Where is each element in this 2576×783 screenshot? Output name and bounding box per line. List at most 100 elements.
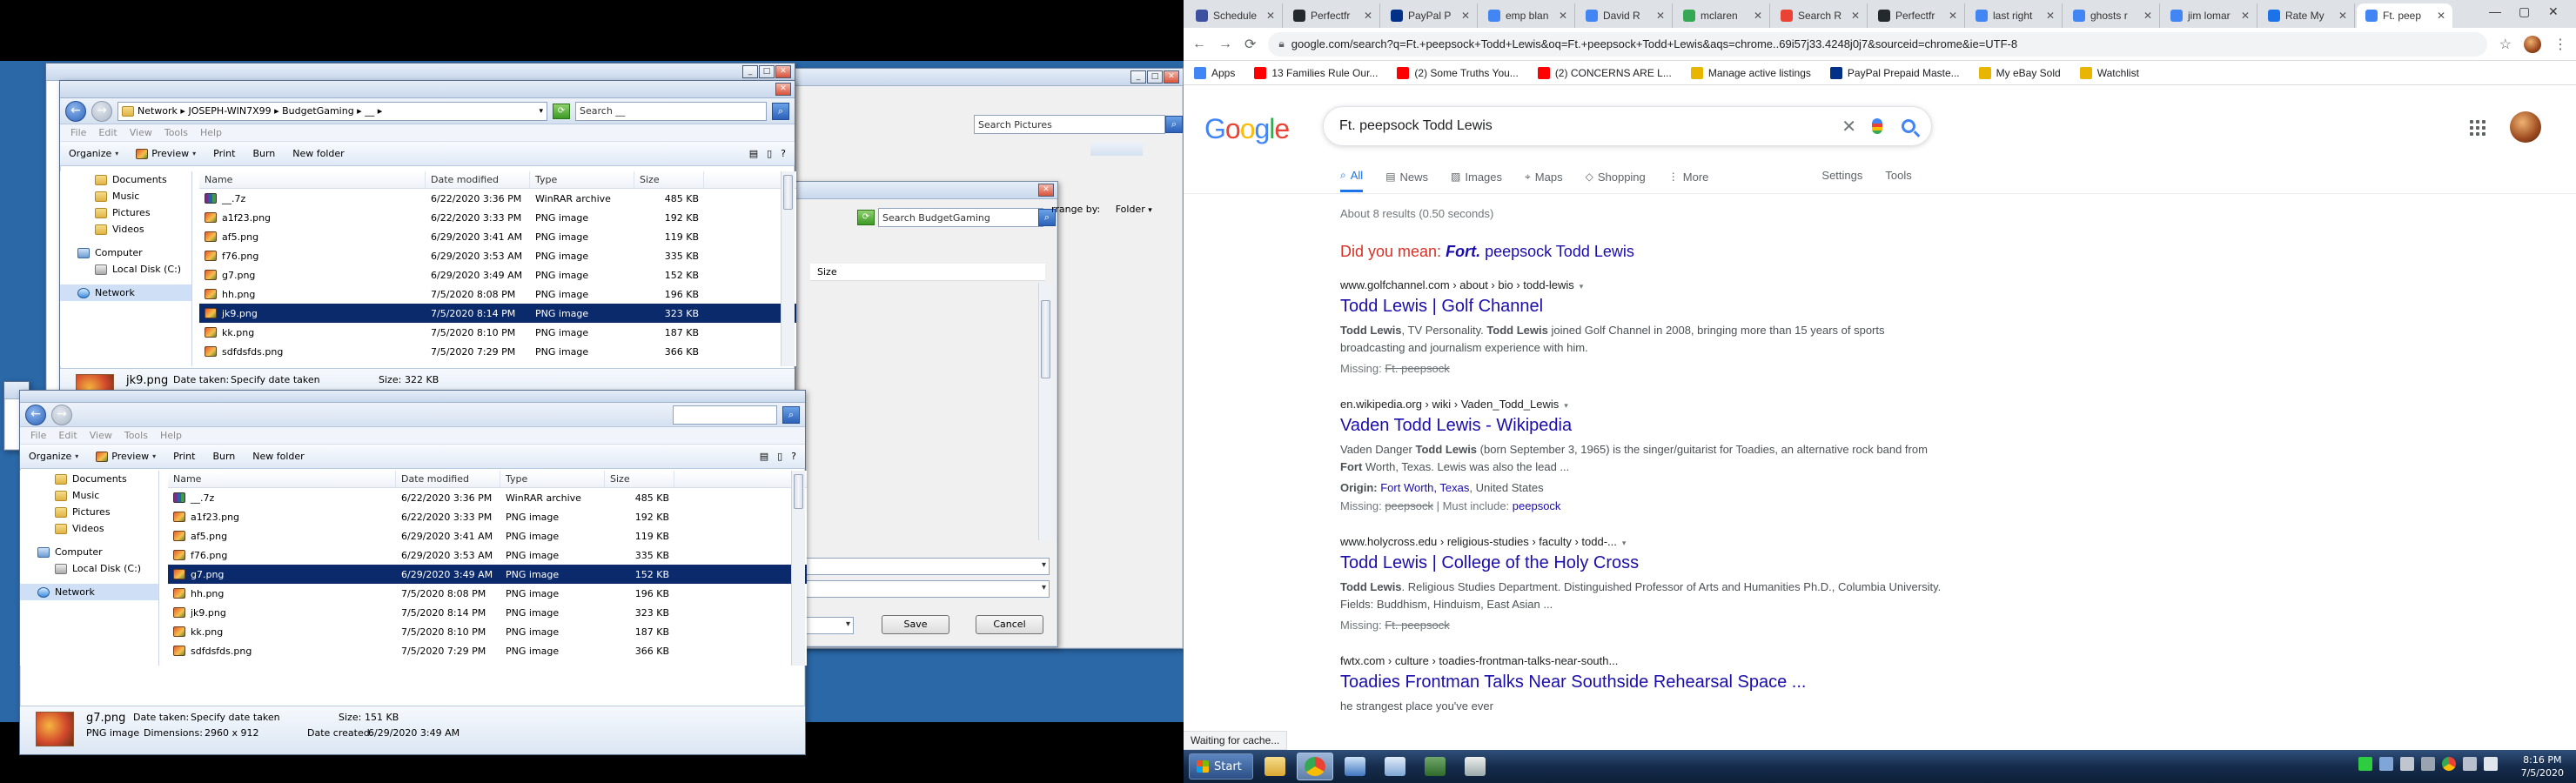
maximize-button[interactable]: □ xyxy=(759,65,775,78)
filetype-combo[interactable] xyxy=(802,580,1050,598)
close-tab-icon[interactable]: ✕ xyxy=(1949,10,1957,22)
chevron-right-icon[interactable]: ▸ xyxy=(178,105,189,117)
chevron-down-icon[interactable]: ▾ xyxy=(1580,282,1584,291)
breadcrumb-item[interactable]: BudgetGaming xyxy=(282,105,354,117)
column-header-name[interactable]: Name xyxy=(168,471,396,487)
close-tab-icon[interactable]: ✕ xyxy=(1656,10,1665,22)
filename-combo[interactable] xyxy=(802,558,1050,575)
nav-item-pictures[interactable]: Pictures xyxy=(20,504,158,520)
reload-icon[interactable]: ⟳ xyxy=(1244,36,1256,53)
vertical-scrollbar[interactable] xyxy=(1038,283,1052,540)
refresh-button[interactable]: ⟳ xyxy=(857,210,875,225)
table-row[interactable]: a1f23.png 6/22/2020 3:33 PM PNG image 192 K… xyxy=(168,507,807,526)
back-arrow-icon[interactable]: ← xyxy=(65,100,86,122)
preview-pane-icon[interactable]: ▯ xyxy=(777,451,782,462)
table-row[interactable]: jk9.png 7/5/2020 8:14 PM PNG image 323 KB xyxy=(168,603,807,622)
forward-arrow-icon[interactable]: → xyxy=(91,100,112,122)
lock-icon[interactable]: 🔒︎ xyxy=(1278,37,1284,50)
taskbar-monitor-icon[interactable] xyxy=(1417,753,1453,780)
arrange-by-value[interactable]: Folder xyxy=(1116,204,1145,215)
breadcrumb[interactable]: Network ▸ JOSEPH-WIN7X99 ▸ BudgetGaming … xyxy=(138,105,382,117)
bookmark-item[interactable]: (2) Some Truths You... xyxy=(1397,66,1519,79)
close-button[interactable]: ✕ xyxy=(2548,4,2559,19)
close-tab-icon[interactable]: ✕ xyxy=(1559,10,1567,22)
nav-item-local-disk-c[interactable]: Local Disk (C:) xyxy=(20,560,158,577)
toolbar-button[interactable]: Preview ▾ xyxy=(136,148,196,159)
tray-app-icon[interactable] xyxy=(2421,757,2435,771)
table-row[interactable]: g7.png 6/29/2020 3:49 AM PNG image 152 KB xyxy=(168,565,807,584)
titlebar[interactable]: _ □ ✕ xyxy=(732,69,1183,86)
search-input[interactable]: Search __ xyxy=(575,101,767,121)
close-tab-icon[interactable]: ✕ xyxy=(1364,10,1372,22)
search-tab-more[interactable]: ⋮ More xyxy=(1668,169,1709,192)
taskbar-tools-icon[interactable] xyxy=(1457,753,1493,780)
column-header-name[interactable]: Name xyxy=(199,171,426,188)
menu-item[interactable]: Tools xyxy=(164,127,188,138)
preview-pane-icon[interactable]: ▯ xyxy=(767,148,772,159)
nav-item-music[interactable]: Music xyxy=(20,487,158,504)
nav-item-pictures[interactable]: Pictures xyxy=(60,204,191,221)
browser-tab[interactable]: Perfectfr ✕ xyxy=(1869,3,1965,28)
table-row[interactable]: __.7z 6/22/2020 3:36 PM WinRAR archive 485 … xyxy=(168,488,807,507)
forward-arrow-icon[interactable]: → xyxy=(51,404,72,425)
titlebar[interactable]: ✕ xyxy=(784,182,1057,199)
navigation-pane[interactable]: Documents Music Pictures Videos Computer Loca… xyxy=(20,471,159,666)
clear-icon[interactable]: ✕ xyxy=(1841,116,1856,137)
view-icon[interactable]: ▤ xyxy=(760,451,768,462)
search-input[interactable] xyxy=(673,405,777,425)
back-arrow-icon[interactable]: ← xyxy=(1192,37,1206,52)
chevron-down-icon[interactable]: ▾ xyxy=(1148,206,1152,215)
table-row[interactable]: sdfdsfds.png 7/5/2020 7:29 PM PNG image 366… xyxy=(199,342,796,361)
result-title-link[interactable]: Todd Lewis | College of the Holy Cross xyxy=(1340,553,1949,573)
table-row[interactable]: af5.png 6/29/2020 3:41 AM PNG image 119 KB xyxy=(199,227,796,246)
titlebar[interactable]: _ □ ✕ xyxy=(46,64,795,81)
save-dialog-background[interactable]: ✕ Search BudgetGaming ⌕ ⟳ Size Save Canc… xyxy=(758,181,1058,647)
result-title-link[interactable]: Toadies Frontman Talks Near Southside Re… xyxy=(1340,673,1949,693)
chevron-right-icon[interactable]: ▸ xyxy=(272,105,283,117)
address-bar[interactable]: 🔒︎ google.com/search?q=Ft.+peepsock+Todd… xyxy=(1268,31,2487,57)
nav-item-documents[interactable]: Documents xyxy=(60,171,191,188)
profile-avatar-small[interactable] xyxy=(2524,35,2541,53)
result-url[interactable]: fwtx.com › culture › toadies-frontman-ta… xyxy=(1340,654,1949,667)
bookmark-item[interactable]: 13 Families Rule Our... xyxy=(1254,66,1378,79)
nav-item-local-disk-c[interactable]: Local Disk (C:) xyxy=(60,261,191,278)
table-row[interactable]: sdfdsfds.png 7/5/2020 7:29 PM PNG image 366… xyxy=(168,641,807,660)
search-pictures-input[interactable]: Search Pictures xyxy=(974,115,1165,134)
microphone-icon[interactable] xyxy=(1872,118,1882,134)
chevron-down-icon[interactable]: ▾ xyxy=(1564,401,1568,410)
minimize-button[interactable]: _ xyxy=(742,65,758,78)
close-tab-icon[interactable]: ✕ xyxy=(1266,10,1275,22)
taskbar-explorer-icon[interactable] xyxy=(1257,753,1293,780)
google-search-box[interactable]: Ft. peepsock Todd Lewis ✕ xyxy=(1323,106,1932,146)
toolbar-button[interactable]: Burn xyxy=(212,451,235,462)
table-row[interactable]: af5.png 6/29/2020 3:41 AM PNG image 119 KB xyxy=(168,526,807,545)
apps-grid-icon[interactable] xyxy=(2470,120,2485,136)
search-tab-shopping[interactable]: ◇ Shopping xyxy=(1586,169,1646,192)
nav-item-videos[interactable]: Videos xyxy=(60,221,191,238)
titlebar[interactable]: ✕ xyxy=(60,81,795,98)
menu-item[interactable]: Edit xyxy=(58,430,77,441)
origin-link[interactable]: Fort Worth, Texas xyxy=(1380,481,1469,494)
chevron-down-icon[interactable]: ▾ xyxy=(1622,539,1627,547)
menu-item[interactable]: File xyxy=(30,430,46,441)
close-tab-icon[interactable]: ✕ xyxy=(2338,10,2347,22)
bookmark-item[interactable]: Watchlist xyxy=(2079,66,2139,79)
search-icon[interactable]: ⌕ xyxy=(1165,116,1183,133)
browser-tab[interactable]: emp blan ✕ xyxy=(1479,3,1575,28)
toolbar-button[interactable]: Print xyxy=(173,451,195,462)
tools-link[interactable]: Tools xyxy=(1885,169,1911,192)
toolbar-button[interactable]: Organize ▾ xyxy=(29,451,78,462)
bookmark-item[interactable]: (2) CONCERNS ARE L... xyxy=(1537,66,1672,79)
nav-item-computer[interactable]: Computer xyxy=(20,544,158,560)
search-tab-maps[interactable]: ⌖ Maps xyxy=(1525,169,1563,192)
file-list[interactable]: Name Date modified Type Size __.7z 6/22/2020… xyxy=(168,471,807,666)
table-row[interactable]: g7.png 6/29/2020 3:49 AM PNG image 152 KB xyxy=(199,265,796,284)
minimize-button[interactable]: _ xyxy=(1130,70,1146,84)
url-text[interactable]: google.com/search?q=Ft.+peepsock+Todd+Le… xyxy=(1291,37,2017,50)
toolbar-button[interactable]: New folder xyxy=(252,451,304,462)
browser-tab[interactable]: Perfectfr ✕ xyxy=(1285,3,1380,28)
table-row[interactable]: hh.png 7/5/2020 8:08 PM PNG image 196 KB xyxy=(199,284,796,304)
table-row[interactable]: kk.png 7/5/2020 8:10 PM PNG image 187 KB xyxy=(199,323,796,342)
chevron-right-icon[interactable]: ▸ xyxy=(354,105,366,117)
column-header-type[interactable]: Type xyxy=(530,171,634,188)
